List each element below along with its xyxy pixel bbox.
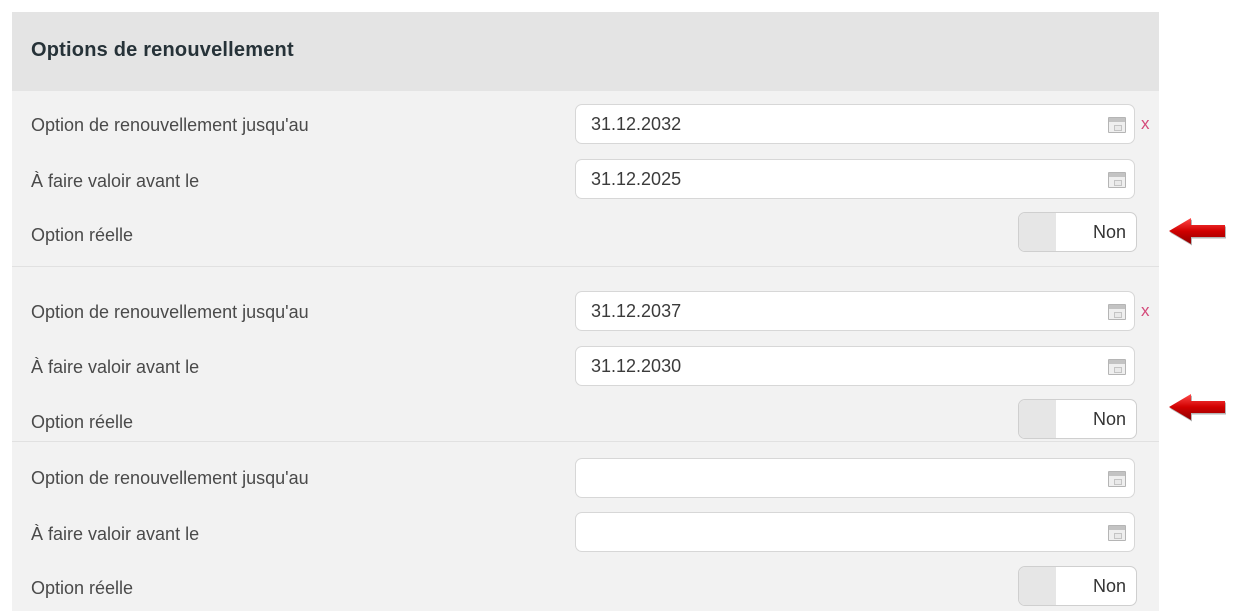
calendar-icon[interactable] [1108,117,1126,133]
renewal-until-date-value: 31.12.2032 [591,113,682,134]
renewal-options-panel: Options de renouvellement Option de reno… [12,12,1159,611]
renewal-until-date-input[interactable] [575,458,1135,498]
toggle-knob [1019,213,1056,251]
red-left-arrow-icon [1169,394,1226,422]
toggle-knob [1019,400,1056,438]
calendar-icon[interactable] [1108,304,1126,320]
real-option-label: Option réelle [31,225,134,245]
toggle-value: Non [1092,222,1126,242]
red-left-arrow-icon [1169,218,1226,246]
calendar-icon[interactable] [1108,359,1126,375]
renewal-until-label: Option de renouvellement jusqu'au [31,302,309,322]
renewal-option-group-1: Option de renouvellement jusqu'au 31.12.… [12,91,1159,265]
renewal-until-date-input[interactable]: 31.12.2037 [575,291,1135,331]
calendar-icon[interactable] [1108,172,1126,188]
renewal-until-date-value: 31.12.2037 [591,300,682,321]
clear-icon[interactable]: x [1141,302,1150,319]
panel-header: Options de renouvellement [12,12,1159,91]
clear-icon[interactable]: x [1141,115,1150,132]
section-title: Options de renouvellement [31,39,294,61]
toggle-value: Non [1092,576,1126,596]
real-option-label: Option réelle [31,578,134,598]
renewal-option-group-2: Option de renouvellement jusqu'au 31.12.… [12,266,1159,441]
exercise-before-date-input[interactable] [575,512,1135,552]
toggle-knob [1019,567,1056,605]
real-option-toggle[interactable]: Non [1018,566,1137,606]
toggle-value: Non [1092,409,1126,429]
calendar-icon[interactable] [1108,471,1126,487]
real-option-label: Option réelle [31,412,134,432]
exercise-before-date-input[interactable]: 31.12.2025 [575,159,1135,199]
exercise-before-label: À faire valoir avant le [31,524,200,544]
exercise-before-label: À faire valoir avant le [31,171,200,191]
exercise-before-date-input[interactable]: 31.12.2030 [575,346,1135,386]
renewal-until-label: Option de renouvellement jusqu'au [31,115,309,135]
exercise-before-date-value: 31.12.2025 [591,168,682,189]
real-option-toggle[interactable]: Non [1018,399,1137,439]
calendar-icon[interactable] [1108,525,1126,541]
real-option-toggle[interactable]: Non [1018,212,1137,252]
renewal-until-label: Option de renouvellement jusqu'au [31,468,309,488]
renewal-until-date-input[interactable]: 31.12.2032 [575,104,1135,144]
exercise-before-label: À faire valoir avant le [31,357,200,377]
exercise-before-date-value: 31.12.2030 [591,355,682,376]
renewal-option-group-3: Option de renouvellement jusqu'au À fair… [12,441,1159,612]
